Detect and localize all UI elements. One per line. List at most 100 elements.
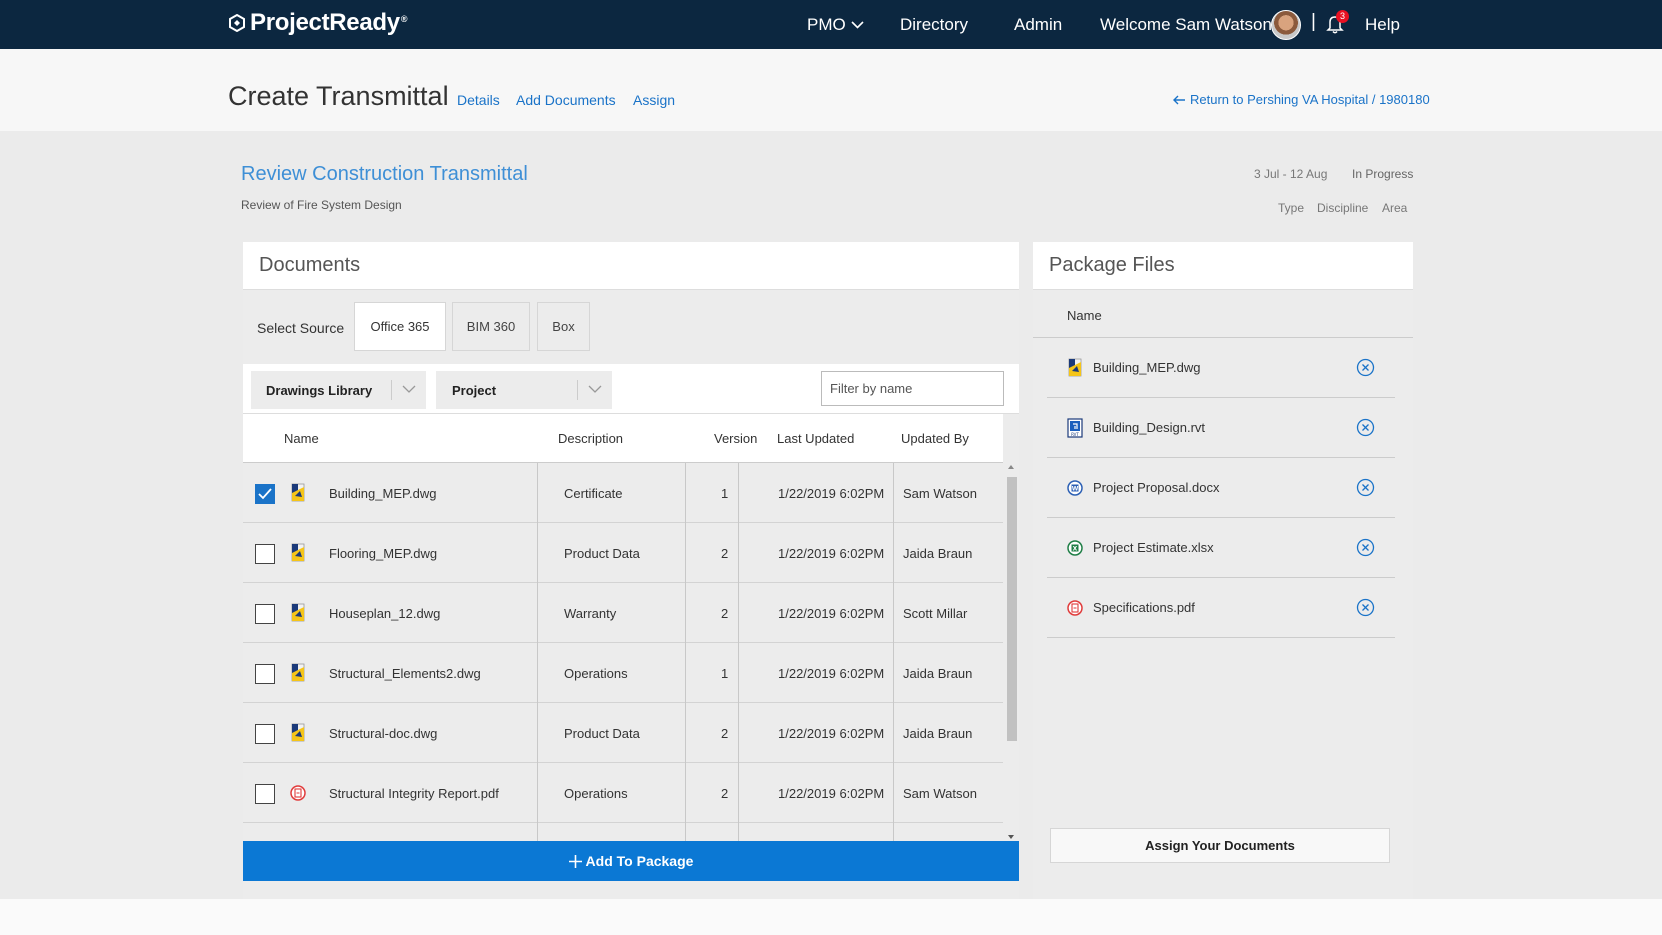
scroll-down-arrow-icon[interactable] xyxy=(1008,835,1014,839)
table-row[interactable]: Structural Integrity Report.pdf Operation… xyxy=(243,763,1003,823)
column-last-updated[interactable]: Last Updated xyxy=(777,431,854,446)
word-file-icon: W xyxy=(1067,478,1083,498)
assign-your-documents-button[interactable]: Assign Your Documents xyxy=(1050,828,1390,863)
column-divider xyxy=(893,823,894,841)
cell-name[interactable]: Houseplan_12.dwg xyxy=(329,583,440,643)
nav-separator: | xyxy=(1311,11,1316,32)
checkmark-icon xyxy=(258,488,272,500)
svg-text:W: W xyxy=(1072,486,1079,493)
column-version[interactable]: Version xyxy=(714,431,757,446)
row-checkbox[interactable] xyxy=(255,724,275,744)
cell-last-updated: 1/22/2019 6:02PM xyxy=(778,605,885,621)
cell-updated-by: Sam Watson xyxy=(903,785,977,801)
source-office365-button[interactable]: Office 365 xyxy=(354,302,446,351)
package-file-item: W Project Proposal.docx xyxy=(1047,458,1395,518)
avatar[interactable] xyxy=(1271,10,1301,40)
remove-circle-icon[interactable] xyxy=(1356,598,1375,617)
nav-help[interactable]: Help xyxy=(1365,0,1400,49)
column-divider xyxy=(685,463,686,523)
row-checkbox[interactable] xyxy=(255,784,275,804)
column-divider xyxy=(537,643,538,703)
return-link[interactable]: Return to Pershing VA Hospital / 1980180 xyxy=(1173,92,1430,107)
column-name[interactable]: Name xyxy=(284,431,319,446)
cell-name[interactable]: Structural_Elements2.dwg xyxy=(329,643,481,703)
column-divider xyxy=(537,523,538,583)
add-to-package-button[interactable]: Add To Package xyxy=(243,841,1019,881)
row-checkbox[interactable] xyxy=(255,604,275,624)
column-divider xyxy=(685,703,686,763)
column-divider xyxy=(738,643,739,703)
row-checkbox[interactable] xyxy=(255,664,275,684)
nav-admin[interactable]: Admin xyxy=(1014,0,1062,49)
table-row[interactable]: Houseplan_12.dwg Warranty 2 1/22/2019 6:02P… xyxy=(243,583,1003,643)
cell-last-updated: 1/22/2019 6:02PM xyxy=(778,785,885,801)
remove-circle-icon[interactable] xyxy=(1356,418,1375,437)
remove-circle-icon[interactable] xyxy=(1356,478,1375,497)
cell-description: Product Data xyxy=(564,545,640,561)
column-divider xyxy=(685,643,686,703)
column-divider xyxy=(893,643,894,703)
remove-circle-icon[interactable] xyxy=(1356,538,1375,557)
scrollbar-thumb[interactable] xyxy=(1007,477,1017,741)
cell-version: 1 xyxy=(721,823,728,841)
chevron-down-icon xyxy=(588,385,602,393)
page-title: Create Transmittal xyxy=(228,81,449,111)
table-row[interactable]: Building_MEP.dwg Certificate 1 1/22/2019 6:… xyxy=(243,463,1003,523)
svg-text:RVT: RVT xyxy=(1071,432,1079,437)
column-divider xyxy=(738,523,739,583)
package-files-panel: Package Files Name Building_MEP.dwg RVT Bu… xyxy=(1033,242,1413,899)
nav-directory[interactable]: Directory xyxy=(900,0,968,49)
tag-discipline: Discipline xyxy=(1317,201,1369,215)
page-header: Create Transmittal Details Add Documents… xyxy=(0,49,1662,131)
package-file-item: Specifications.pdf xyxy=(1047,578,1395,638)
cell-updated-by: Jaida Braun xyxy=(903,665,973,681)
project-dropdown-label: Project xyxy=(452,382,497,398)
row-checkbox[interactable] xyxy=(255,544,275,564)
library-dropdown[interactable]: Drawings Library xyxy=(251,371,426,409)
cell-updated-by: Sam Watson xyxy=(903,485,977,501)
date-range: 3 Jul - 12 Aug xyxy=(1254,167,1328,181)
column-updated-by[interactable]: Updated By xyxy=(901,431,969,446)
cell-description: Product Data xyxy=(564,823,640,841)
column-divider xyxy=(893,703,894,763)
svg-text:X: X xyxy=(1073,546,1078,553)
table-row[interactable]: Structural_Elements2.dwg Operations 1 1/22/… xyxy=(243,643,1003,703)
column-divider xyxy=(893,523,894,583)
project-dropdown[interactable]: Project xyxy=(436,371,612,409)
source-box-button[interactable]: Box xyxy=(537,302,590,351)
cell-updated-by: Jaida Braun xyxy=(903,725,973,741)
cell-name[interactable]: Structural-doc.dwg xyxy=(329,703,437,763)
documents-scrollbar[interactable] xyxy=(1005,463,1017,841)
logo-registered-mark: ® xyxy=(400,14,408,24)
tab-add-documents[interactable]: Add Documents xyxy=(516,92,616,108)
cell-name[interactable]: Structural Integrity Report.pdf xyxy=(329,763,499,823)
logo[interactable]: ProjectReady ® xyxy=(228,9,407,37)
scroll-up-arrow-icon[interactable] xyxy=(1008,465,1014,469)
column-divider xyxy=(738,583,739,643)
transmittal-title[interactable]: Review Construction Transmittal xyxy=(241,163,528,186)
arrow-left-icon xyxy=(1173,95,1185,104)
cell-description: Operations xyxy=(564,665,628,681)
column-divider xyxy=(685,823,686,841)
column-divider xyxy=(893,463,894,523)
filter-row: Drawings Library Project xyxy=(243,364,1019,414)
cell-last-updated: 1/22/2019 6:02PM xyxy=(778,545,885,561)
nav-pmo-menu[interactable]: PMO xyxy=(807,0,864,49)
cell-version: 2 xyxy=(721,605,729,621)
tab-assign[interactable]: Assign xyxy=(633,92,675,108)
package-file-name: Project Proposal.docx xyxy=(1093,480,1220,495)
remove-circle-icon[interactable] xyxy=(1356,358,1375,377)
package-file-item: X Project Estimate.xlsx xyxy=(1047,518,1395,578)
tab-details[interactable]: Details xyxy=(457,92,500,108)
cell-name[interactable]: Building_MEP.dwg xyxy=(329,463,436,523)
table-row[interactable]: Structural-doc.dwg Product Data 2 1/22/2019… xyxy=(243,703,1003,763)
column-description[interactable]: Description xyxy=(558,431,623,446)
excel-file-icon: X xyxy=(1067,538,1083,558)
row-checkbox[interactable] xyxy=(255,484,275,504)
table-row[interactable]: Flooring_MEP.dwg Product Data 2 1/22/2019 6… xyxy=(243,523,1003,583)
source-bim360-button[interactable]: BIM 360 xyxy=(452,302,530,351)
cell-name[interactable]: Lab Equipment Requirements.pdf xyxy=(329,823,523,841)
table-row[interactable]: Lab Equipment Requirements.pdf Product Da… xyxy=(243,823,1003,841)
filter-by-name-input[interactable] xyxy=(821,371,1004,406)
cell-name[interactable]: Flooring_MEP.dwg xyxy=(329,523,437,583)
